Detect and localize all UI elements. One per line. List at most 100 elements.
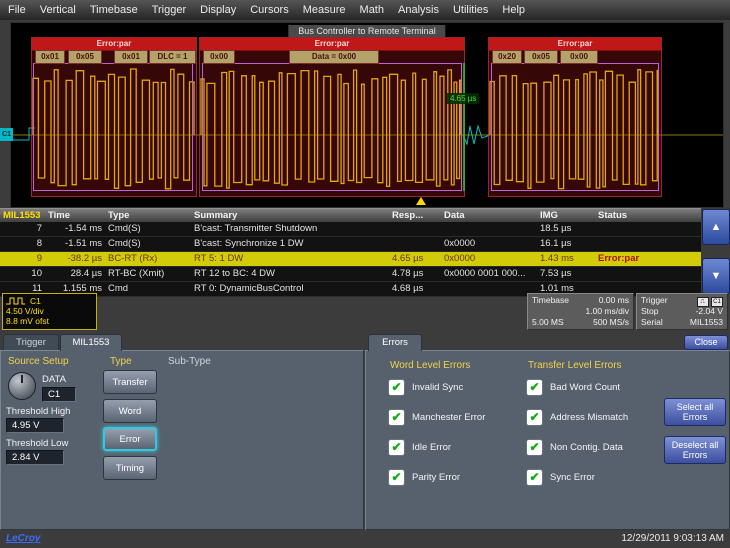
menu-measure[interactable]: Measure <box>303 4 346 16</box>
tab-mil1553[interactable]: MIL1553 <box>60 334 122 351</box>
channel-vdiv: 4.50 V/div <box>6 306 93 316</box>
decode-field: Data = 0x00 <box>289 50 379 64</box>
menu-trigger[interactable]: Trigger <box>152 4 186 16</box>
cell-resp: 4.68 µs <box>389 282 441 296</box>
menu-math[interactable]: Math <box>360 4 384 16</box>
decode-field: 0x01 <box>35 50 65 64</box>
cell-type: Cmd <box>105 282 191 296</box>
deselect-all-errors-button[interactable]: Deselect all Errors <box>664 436 726 464</box>
trigger-position-marker <box>416 197 426 205</box>
checkbox-address-mismatch[interactable]: ✔ Address Mismatch <box>526 408 628 426</box>
type-transfer-button[interactable]: Transfer <box>103 370 157 394</box>
cell-img: 1.43 ms <box>537 252 595 266</box>
menu-bar: File Vertical Timebase Trigger Display C… <box>0 0 730 20</box>
decode-field: DLC = 1 <box>149 50 196 64</box>
source-select-knob[interactable] <box>8 372 36 400</box>
cell-resp: 4.78 µs <box>389 267 441 281</box>
cell-time: -1.51 ms <box>45 237 105 251</box>
checkbox-label: Idle Error <box>412 442 451 453</box>
table-row[interactable]: 10 28.4 µs RT-BC (Xmit) RT 12 to BC: 4 D… <box>0 267 701 282</box>
checkbox-label: Bad Word Count <box>550 382 620 393</box>
word-level-errors-title: Word Level Errors <box>390 360 470 371</box>
cell-type: RT-BC (Xmit) <box>105 267 191 281</box>
cell-status <box>595 267 701 281</box>
cell-img: 16.1 µs <box>537 237 595 251</box>
trigger-level: -2.04 V <box>696 306 723 317</box>
type-error-button[interactable]: Error <box>103 427 157 451</box>
table-row[interactable]: 8 -1.51 ms Cmd(S) B'cast: Synchronize 1 … <box>0 237 701 252</box>
col-status: Status <box>595 209 701 223</box>
trigger-descriptor[interactable]: Trigger ⎍ C1 Stop -2.04 V Serial MIL1553 <box>636 293 728 330</box>
menu-display[interactable]: Display <box>200 4 236 16</box>
checkbox-manchester-error[interactable]: ✔ Manchester Error <box>388 408 485 426</box>
checkbox-non-contig-data[interactable]: ✔ Non Contig. Data <box>526 438 623 456</box>
checkbox-bad-word-count[interactable]: ✔ Bad Word Count <box>526 378 620 396</box>
lecroy-logo[interactable]: LeCroy <box>6 533 40 544</box>
cell-type: BC-RT (Rx) <box>105 252 191 266</box>
menu-help[interactable]: Help <box>502 4 525 16</box>
checkbox-icon: ✔ <box>526 409 543 426</box>
tab-errors[interactable]: Errors <box>368 334 422 351</box>
table-row[interactable]: 7 -1.54 ms Cmd(S) B'cast: Transmitter Sh… <box>0 222 701 237</box>
menu-file[interactable]: File <box>8 4 26 16</box>
oscilloscope-screen: File Vertical Timebase Trigger Display C… <box>0 0 730 548</box>
cell-summary: B'cast: Synchronize 1 DW <box>191 237 389 251</box>
checkbox-parity-error[interactable]: ✔ Parity Error <box>388 468 460 486</box>
checkbox-label: Invalid Sync <box>412 382 463 393</box>
bus-transfer-title: Bus Controller to Remote Terminal <box>288 25 445 37</box>
col-data: Data <box>441 209 537 223</box>
decode-field: 0x00 <box>560 50 598 64</box>
threshold-low-label: Threshold Low <box>6 438 68 449</box>
checkbox-icon: ✔ <box>388 409 405 426</box>
menu-vertical[interactable]: Vertical <box>40 4 76 16</box>
cell-type: Cmd(S) <box>105 237 191 251</box>
close-button[interactable]: Close <box>684 335 728 350</box>
menu-cursors[interactable]: Cursors <box>250 4 289 16</box>
table-row-selected[interactable]: 9 -38.2 µs BC-RT (Rx) RT 5: 1 DW 4.65 µs… <box>0 252 701 267</box>
decode-field: 0x05 <box>68 50 102 64</box>
threshold-high-field[interactable]: 4.95 V <box>6 418 64 433</box>
menu-utilities[interactable]: Utilities <box>453 4 488 16</box>
col-type: Type <box>105 209 191 223</box>
checkbox-idle-error[interactable]: ✔ Idle Error <box>388 438 451 456</box>
cell-data <box>441 282 537 296</box>
response-time-cursor <box>463 63 465 191</box>
checkbox-sync-error[interactable]: ✔ Sync Error <box>526 468 595 486</box>
cell-type: Cmd(S) <box>105 222 191 236</box>
type-word-button[interactable]: Word <box>103 399 157 423</box>
cell-resp <box>389 222 441 236</box>
table-scroll-up-button[interactable]: ▲ <box>702 209 730 245</box>
cell-time: -1.54 ms <box>45 222 105 236</box>
word-frame-box <box>33 63 193 191</box>
threshold-low-field[interactable]: 2.84 V <box>6 450 64 465</box>
channel-descriptor-c1[interactable]: C1 4.50 V/div 8.8 mV ofst <box>2 293 97 330</box>
table-scroll-down-button[interactable]: ▼ <box>702 258 730 294</box>
col-img: IMG <box>537 209 595 223</box>
tab-trigger[interactable]: Trigger <box>3 334 59 351</box>
cell-data: 0x0000 0001 000... <box>441 267 537 281</box>
source-data-label: DATA <box>42 374 66 385</box>
timebase-descriptor[interactable]: Timebase 0.00 ms 1.00 ms/div 5.00 MS 500… <box>527 293 634 330</box>
cell-time: 28.4 µs <box>45 267 105 281</box>
checkbox-label: Manchester Error <box>412 412 485 423</box>
trigger-mode: Stop <box>641 306 659 317</box>
decode-field: 0x05 <box>524 50 558 64</box>
cell-data <box>441 222 537 236</box>
cell-summary: RT 12 to BC: 4 DW <box>191 267 389 281</box>
decode-table: 7 -1.54 ms Cmd(S) B'cast: Transmitter Sh… <box>0 222 701 297</box>
cell-status <box>595 222 701 236</box>
menu-timebase[interactable]: Timebase <box>90 4 138 16</box>
select-all-errors-button[interactable]: Select all Errors <box>664 398 726 426</box>
col-time: Time <box>45 209 105 223</box>
cell-time: -38.2 µs <box>45 252 105 266</box>
channel-offset: 8.8 mV ofst <box>6 316 93 326</box>
source-channel-field[interactable]: C1 <box>42 387 76 402</box>
menu-analysis[interactable]: Analysis <box>398 4 439 16</box>
word-frame-box <box>491 63 659 191</box>
checkbox-invalid-sync[interactable]: ✔ Invalid Sync <box>388 378 463 396</box>
channel-label: C1 <box>30 296 41 306</box>
source-setup-title: Source Setup <box>8 356 69 367</box>
trigger-title: Trigger <box>641 295 668 306</box>
type-timing-button[interactable]: Timing <box>103 456 157 480</box>
cell-status <box>595 237 701 251</box>
